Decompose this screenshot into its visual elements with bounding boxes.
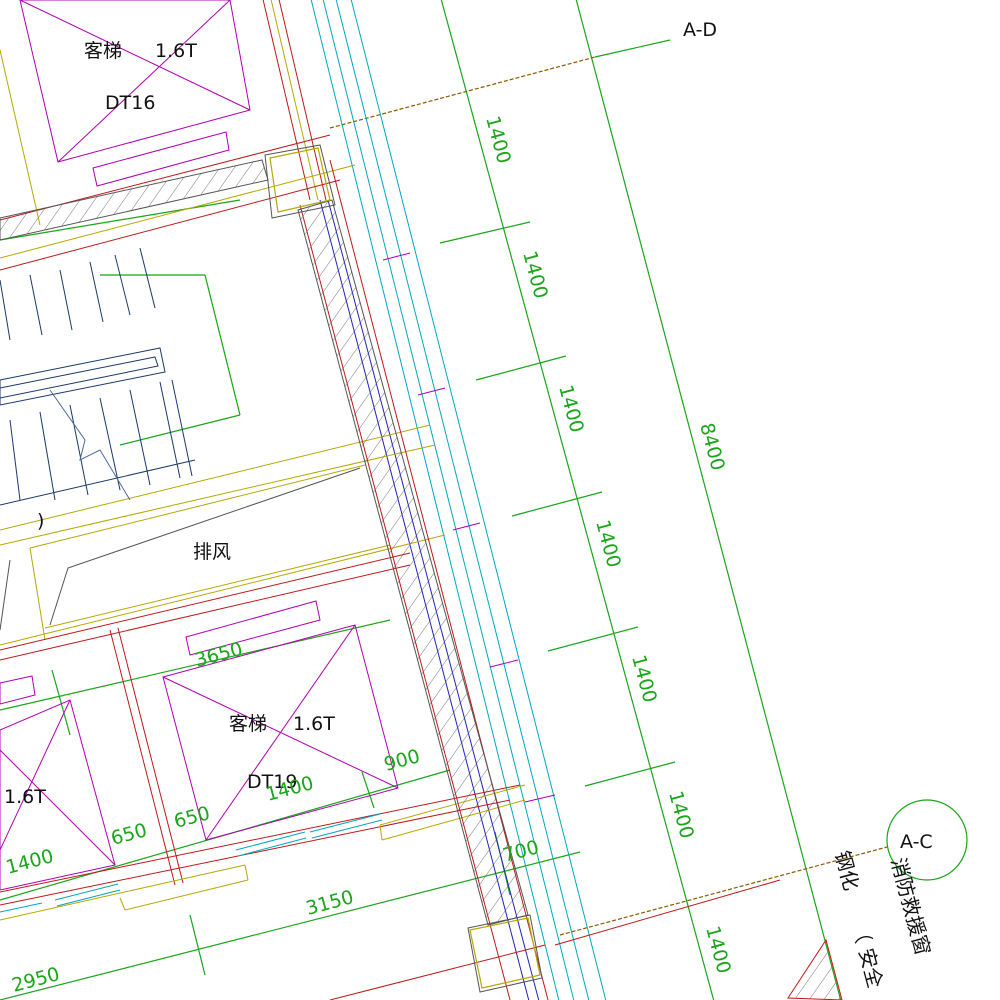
- elevator-load-middle: 1.6T: [293, 713, 335, 735]
- dim-lower-3: 650: [172, 802, 213, 833]
- dim-overall: 8400: [695, 421, 729, 473]
- cad-floor-plan: 客梯 1.6T DT16 客梯 1.6T DT19 1.6T 排风 ) A-D …: [0, 0, 968, 1000]
- dim-lower-2: 650: [109, 819, 150, 850]
- window-notes: 消防救援窗 钢化 （ 安全: [830, 848, 935, 990]
- dim-right-5: 1400: [627, 653, 661, 705]
- dim-bottom-1: 2950: [10, 963, 62, 997]
- elevator-load-left: 1.6T: [4, 786, 46, 808]
- room-labels: 排风 ): [37, 510, 231, 563]
- dim-right-1: 1400: [481, 114, 515, 166]
- dim-right-6: 1400: [664, 789, 698, 841]
- dim-lower-1: 1400: [4, 845, 56, 879]
- dim-right-3: 1400: [554, 383, 588, 435]
- dim-bottom-2: 3150: [304, 886, 356, 920]
- safety-label: （ 安全: [847, 920, 887, 990]
- axis-ad-label: A-D: [683, 19, 717, 41]
- dim-small-1: 3650: [193, 638, 245, 672]
- staircase: [0, 247, 196, 506]
- dim-right-4: 1400: [591, 518, 625, 570]
- fire-rescue-window-label: 消防救援窗: [886, 855, 935, 958]
- dim-right-7: 1400: [701, 924, 735, 976]
- dim-right-2: 1400: [518, 249, 552, 301]
- exhaust-label: 排风: [193, 541, 231, 563]
- elevator-type-middle: 客梯: [229, 713, 267, 735]
- elevator-type-top: 客梯: [84, 40, 122, 62]
- elevator-code-top: DT16: [105, 92, 155, 114]
- facade-lines: [310, 0, 607, 1000]
- paren-mark: ): [37, 510, 44, 532]
- elevator-load-top: 1.6T: [155, 40, 197, 62]
- axis-ac-label: A-C: [900, 831, 933, 853]
